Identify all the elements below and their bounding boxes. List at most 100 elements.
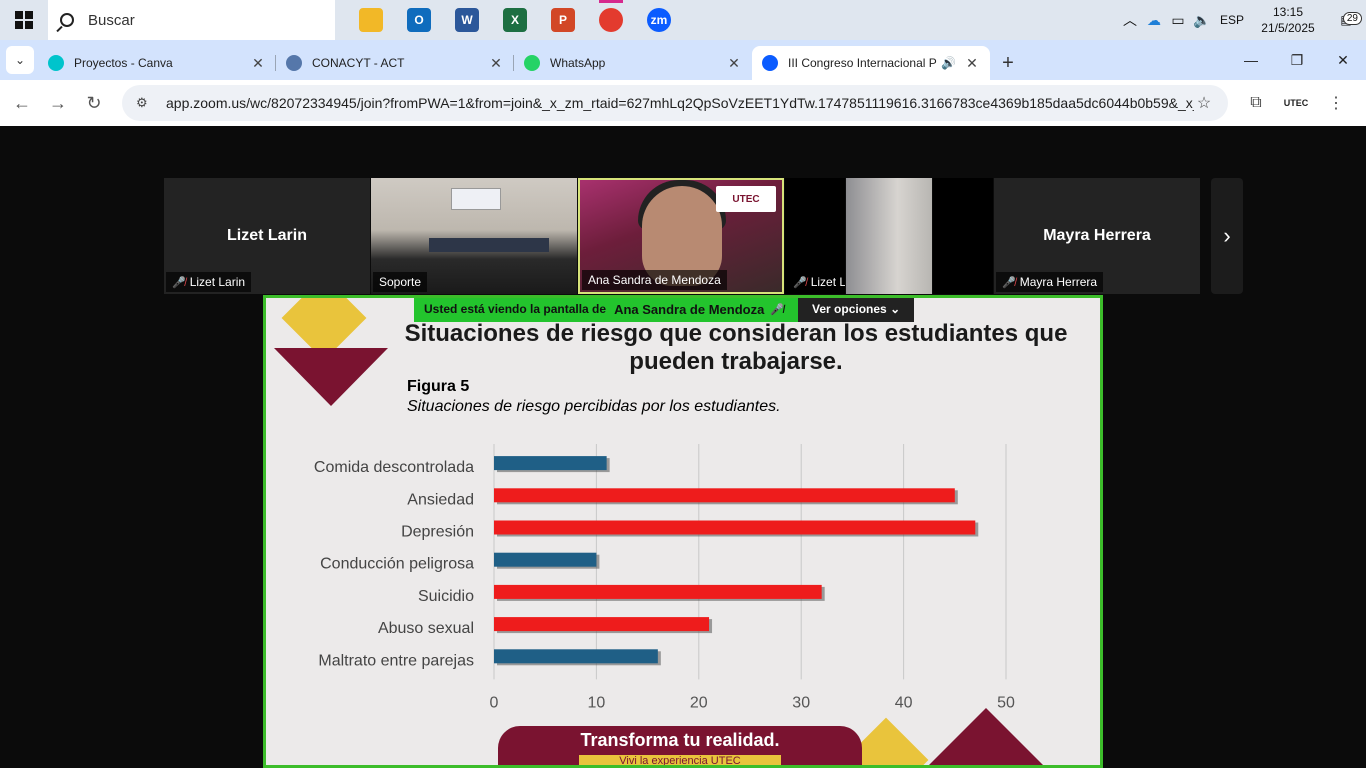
x-tick-label: 50 (997, 694, 1015, 711)
video-gap (933, 178, 993, 294)
clock[interactable]: 13:15 21/5/2025 (1250, 4, 1326, 36)
active-speaker-tile[interactable]: UTEC Ana Sandra de Mendoza (578, 178, 784, 294)
footer-band: Transforma tu realidad. Vivi la experien… (498, 726, 862, 765)
figure-label: Figura 5 (407, 378, 470, 395)
taskbar-app-outlook[interactable]: O (395, 0, 443, 40)
tab-label: Proyectos - Canva (74, 56, 173, 70)
system-tray: ︿ ☁ ▭ 🔈 ESP 13:15 21/5/2025 ▤ 29 (1118, 0, 1366, 40)
utec-logo: UTEC (716, 186, 776, 212)
search-icon (60, 13, 74, 27)
video-board (429, 238, 549, 252)
notification-center-button[interactable]: ▤ 29 (1326, 12, 1366, 27)
participant-tile[interactable]: 🎤̸Lizet Larín (785, 178, 845, 294)
profile-button[interactable]: UTEC (1276, 85, 1316, 121)
powerpoint-icon: P (551, 8, 575, 32)
chevron-right-icon: › (1223, 223, 1231, 248)
x-tick-label: 0 (490, 694, 499, 711)
participant-name-tag: 🎤̸Lizet Larín (787, 272, 845, 292)
window-controls: — ❐ ✕ (1228, 40, 1366, 80)
browser-tab[interactable]: III Congreso Internacional P 🔊 ✕ (752, 46, 990, 80)
footer-subtitle: Vivi la experiencia UTEC (579, 755, 781, 765)
new-tab-button[interactable]: + (990, 46, 1026, 80)
onedrive-icon[interactable]: ☁ (1142, 12, 1166, 29)
shared-screen: Usted está viendo la pantalla de Ana San… (263, 295, 1103, 768)
participant-name-tag: Ana Sandra de Mendoza (582, 270, 727, 290)
share-banner: Usted está viendo la pantalla de Ana San… (414, 298, 915, 322)
view-options-label: Ver opciones (812, 302, 887, 316)
windows-icon (15, 11, 33, 29)
language-indicator[interactable]: ESP (1214, 13, 1250, 27)
participant-label: Mayra Herrera (1019, 275, 1098, 289)
site-info-icon[interactable]: ⚙ (136, 95, 156, 111)
restore-button[interactable]: ❐ (1274, 40, 1320, 80)
taskbar-app-powerpoint[interactable]: P (539, 0, 587, 40)
url-text: app.zoom.us/wc/82072334945/join?fromPWA=… (166, 95, 1194, 111)
participant-label: Ana Sandra de Mendoza (588, 273, 721, 287)
bar (494, 456, 607, 471)
clock-date: 21/5/2025 (1261, 21, 1315, 35)
menu-button[interactable]: ⋮ (1316, 85, 1356, 121)
reload-icon: ↻ (86, 92, 102, 113)
volume-icon[interactable]: 🔈 (1190, 12, 1214, 29)
bar (494, 617, 710, 632)
tab-favicon-icon (48, 55, 64, 71)
participant-tile[interactable]: Soporte (371, 178, 577, 294)
bookmark-star-icon[interactable]: ☆ (1194, 93, 1214, 113)
tab-label: III Congreso Internacional P (788, 56, 937, 70)
participant-label: Soporte (379, 275, 422, 289)
clock-time: 13:15 (1272, 5, 1304, 19)
browser-tab[interactable]: Proyectos - Canva ✕ (38, 46, 276, 80)
next-participants-button[interactable]: › (1211, 178, 1243, 294)
reload-button[interactable]: ↻ (76, 85, 112, 121)
tab-close-icon[interactable]: ✕ (964, 55, 980, 72)
arrow-left-icon: ← (13, 92, 31, 113)
view-options-button[interactable]: Ver opciones ⌄ (798, 298, 915, 322)
x-tick-label: 10 (588, 694, 606, 711)
participant-tile[interactable]: Lizet Larin 🎤̸ Lizet Larin (164, 178, 370, 294)
forward-button[interactable]: → (40, 85, 76, 121)
windows-taskbar: Buscar O W X Pzm ︿ ☁ ▭ 🔈 ESP 13:15 21/5/202… (0, 0, 1366, 40)
x-tick-label: 40 (895, 694, 913, 711)
tab-search-button[interactable]: ⌄ (6, 46, 34, 74)
video-projection-screen (451, 188, 501, 210)
chevron-down-icon: ⌄ (14, 53, 26, 67)
taskbar-app-word[interactable]: W (443, 0, 491, 40)
slide-title: Situaciones de riesgo que consideran los… (404, 320, 1068, 375)
tab-close-icon[interactable]: ✕ (726, 55, 742, 72)
network-icon[interactable]: ▭ (1166, 12, 1190, 29)
tab-close-icon[interactable]: ✕ (250, 55, 266, 72)
search-placeholder: Buscar (88, 11, 135, 29)
participant-tile[interactable]: Mayra Herrera 🎤̸ Mayra Herrera (994, 178, 1200, 294)
taskbar-app-excel[interactable]: X (491, 0, 539, 40)
category-label: Suicidio (418, 588, 474, 605)
x-tick-label: 30 (792, 694, 810, 711)
browser-tab[interactable]: CONACYT - ACT ✕ (276, 46, 514, 80)
x-tick-label: 20 (690, 694, 708, 711)
address-bar[interactable]: ⚙ app.zoom.us/wc/82072334945/join?fromPW… (122, 85, 1228, 121)
word-icon: W (455, 8, 479, 32)
close-window-button[interactable]: ✕ (1320, 40, 1366, 80)
taskbar-app-file-explorer[interactable] (347, 0, 395, 40)
extensions-icon[interactable]: ⧉ (1236, 85, 1276, 121)
start-button[interactable] (0, 0, 48, 40)
chevron-up-icon[interactable]: ︿ (1118, 10, 1142, 30)
decorative-red-triangle (274, 348, 388, 406)
browser-toolbar: ← → ↻ ⚙ app.zoom.us/wc/82072334945/join?… (0, 80, 1366, 126)
category-label: Comida descontrolada (314, 459, 474, 476)
viewing-screen-notice: Usted está viendo la pantalla de Ana San… (414, 298, 799, 322)
footer-title: Transforma tu realidad. (580, 730, 780, 750)
tab-audio-icon[interactable]: 🔊 (941, 56, 956, 70)
outlook-icon: O (407, 8, 431, 32)
back-button[interactable]: ← (4, 85, 40, 121)
minimize-button[interactable]: — (1228, 40, 1274, 80)
tab-favicon-icon (524, 55, 540, 71)
bar (494, 520, 976, 535)
taskbar-app-zoom[interactable]: zm (635, 0, 683, 40)
taskbar-app-chrome[interactable] (587, 0, 635, 40)
arrow-right-icon: → (49, 92, 67, 113)
tab-close-icon[interactable]: ✕ (488, 55, 504, 72)
browser-tab[interactable]: WhatsApp ✕ (514, 46, 752, 80)
taskbar-search-box[interactable]: Buscar (48, 0, 335, 40)
participant-name-tag: 🎤̸ Mayra Herrera (996, 272, 1104, 292)
tab-favicon-icon (286, 55, 302, 71)
